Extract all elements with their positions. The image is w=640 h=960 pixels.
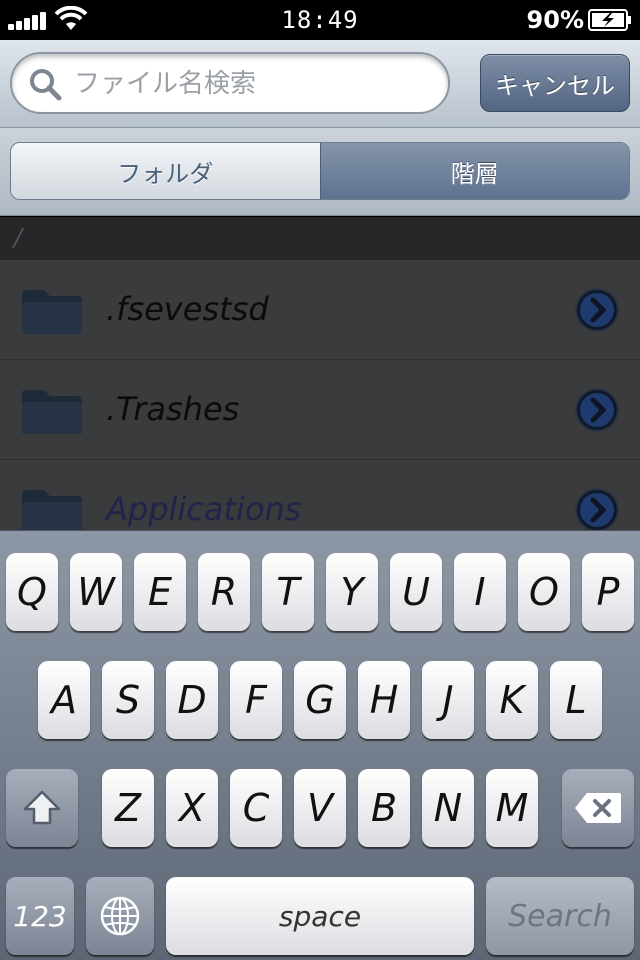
globe-key[interactable] xyxy=(86,877,154,955)
key-c[interactable]: C xyxy=(230,769,282,847)
key-b[interactable]: B xyxy=(358,769,410,847)
key-d[interactable]: D xyxy=(166,661,218,739)
key-h[interactable]: H xyxy=(358,661,410,739)
search-icon xyxy=(30,69,62,101)
search-input[interactable] xyxy=(74,64,434,104)
key-x[interactable]: X xyxy=(166,769,218,847)
search-field[interactable] xyxy=(10,52,450,114)
key-u[interactable]: U xyxy=(390,553,442,631)
folder-icon xyxy=(22,290,82,334)
list-item[interactable]: .Trashes xyxy=(0,360,640,460)
key-n[interactable]: N xyxy=(422,769,474,847)
chevron-right-icon[interactable] xyxy=(574,287,620,333)
file-name: .fsevestsd xyxy=(106,290,269,328)
segment-folder[interactable]: フォルダ xyxy=(11,143,320,199)
status-bar: 18:49 90% xyxy=(0,0,640,40)
chevron-right-icon[interactable] xyxy=(574,387,620,433)
key-y[interactable]: Y xyxy=(326,553,378,631)
shift-key[interactable] xyxy=(6,769,78,847)
key-g[interactable]: G xyxy=(294,661,346,739)
backspace-icon xyxy=(575,793,621,823)
delete-key[interactable] xyxy=(562,769,634,847)
file-name: Applications xyxy=(106,490,302,528)
battery-charging-icon xyxy=(588,9,631,31)
shift-icon xyxy=(23,790,61,825)
battery-percentage: 90% xyxy=(526,6,584,34)
list-item[interactable]: Applications xyxy=(0,460,640,530)
search-key[interactable]: Search xyxy=(486,877,634,955)
key-a[interactable]: A xyxy=(38,661,90,739)
key-r[interactable]: R xyxy=(198,553,250,631)
numbers-key[interactable]: 123 xyxy=(6,877,74,955)
folder-icon xyxy=(22,390,82,434)
list-item[interactable]: .fsevestsd xyxy=(0,260,640,360)
search-bar: キャンセル xyxy=(0,40,640,128)
key-j[interactable]: J xyxy=(422,661,474,739)
space-key[interactable]: space xyxy=(166,877,474,955)
key-k[interactable]: K xyxy=(486,661,538,739)
key-w[interactable]: W xyxy=(70,553,122,631)
key-p[interactable]: P xyxy=(582,553,634,631)
file-list: .fsevestsd .Trashes Applications xyxy=(0,260,640,530)
folder-icon xyxy=(22,490,82,530)
key-v[interactable]: V xyxy=(294,769,346,847)
key-e[interactable]: E xyxy=(134,553,186,631)
key-o[interactable]: O xyxy=(518,553,570,631)
key-s[interactable]: S xyxy=(102,661,154,739)
view-mode-segmented-control: フォルダ 階層 xyxy=(10,142,630,200)
globe-icon xyxy=(100,896,140,936)
key-z[interactable]: Z xyxy=(102,769,154,847)
file-name: .Trashes xyxy=(106,390,240,428)
segment-hierarchy[interactable]: 階層 xyxy=(319,143,629,199)
view-mode-bar: フォルダ 階層 xyxy=(0,128,640,216)
key-i[interactable]: I xyxy=(454,553,506,631)
key-q[interactable]: Q xyxy=(6,553,58,631)
key-m[interactable]: M xyxy=(486,769,538,847)
keyboard: Q W E R T Y U I O P A S D F G H J K L Z … xyxy=(0,530,640,960)
chevron-right-icon[interactable] xyxy=(574,487,620,530)
key-t[interactable]: T xyxy=(262,553,314,631)
key-f[interactable]: F xyxy=(230,661,282,739)
current-path: / xyxy=(0,217,640,260)
key-l[interactable]: L xyxy=(550,661,602,739)
cancel-button[interactable]: キャンセル xyxy=(480,54,630,112)
